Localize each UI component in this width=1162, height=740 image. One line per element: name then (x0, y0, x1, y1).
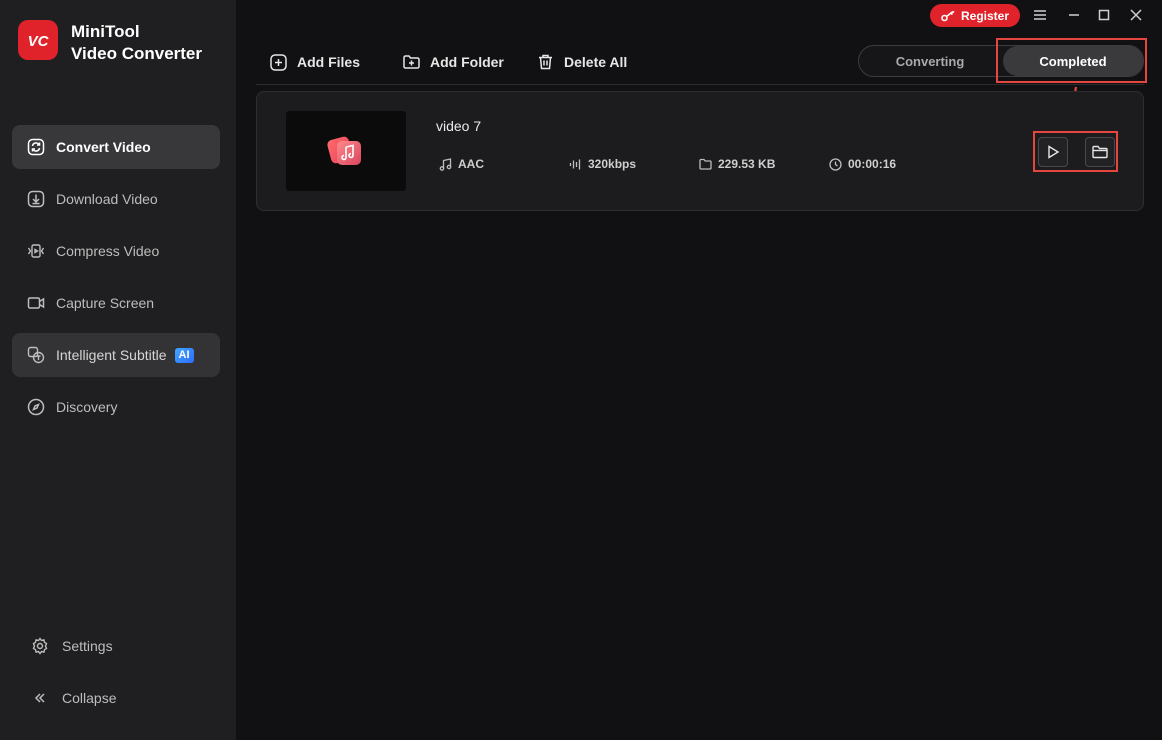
collapse-label: Collapse (62, 690, 117, 706)
sidebar: VC MiniTool Video Converter Convert Vide… (0, 0, 236, 740)
svg-text:VC: VC (28, 33, 50, 50)
delete-all-label: Delete All (564, 54, 628, 70)
convert-icon (26, 137, 46, 157)
menu-button[interactable] (1028, 4, 1052, 26)
sidebar-item-label: Intelligent Subtitle (56, 347, 167, 363)
camera-icon (26, 293, 46, 313)
sidebar-item-label: Convert Video (56, 139, 151, 155)
maximize-button[interactable] (1092, 4, 1116, 26)
plus-circle-icon (269, 53, 287, 71)
key-icon (941, 10, 955, 21)
close-icon (1130, 9, 1142, 21)
delete-all-button[interactable]: Delete All (536, 52, 627, 72)
collapse-button[interactable]: Collapse (30, 688, 210, 708)
music-file-icon (327, 136, 361, 165)
gear-icon (30, 636, 50, 656)
hamburger-icon (1034, 10, 1046, 20)
file-duration: 00:00:16 (828, 157, 896, 171)
minimize-icon (1069, 14, 1079, 16)
file-thumbnail (286, 111, 406, 191)
clock-icon (828, 157, 842, 171)
file-bitrate: 320kbps (568, 157, 636, 171)
minimize-button[interactable] (1062, 4, 1086, 26)
waveform-icon (568, 157, 582, 171)
ai-badge: AI (174, 347, 194, 363)
register-label: Register (960, 8, 1010, 23)
sidebar-item-label: Compress Video (56, 243, 160, 259)
register-button[interactable]: Register (930, 4, 1020, 27)
file-list-item[interactable]: video 7 AAC 320kbps 229.53 KB 00:00:16 (256, 91, 1144, 211)
file-duration-value: 00:00:16 (848, 157, 897, 171)
tab-converting[interactable]: Converting (859, 46, 1001, 76)
close-button[interactable] (1124, 4, 1148, 26)
trash-icon (536, 53, 554, 71)
app-logo: VC (18, 20, 58, 60)
sidebar-item-intelligent-subtitle[interactable]: Intelligent Subtitle AI (12, 333, 220, 377)
sidebar-nav: Convert Video Download Video Compress Vi… (12, 125, 220, 437)
app-name: MiniTool Video Converter (71, 21, 202, 65)
file-size: 229.53 KB (698, 157, 775, 171)
logo-mark-icon: VC (28, 33, 50, 50)
app-name-line2: Video Converter (71, 44, 203, 63)
sidebar-item-convert-video[interactable]: Convert Video (12, 125, 220, 169)
add-files-label: Add Files (297, 54, 361, 70)
compress-icon (26, 241, 46, 261)
maximize-icon (1098, 9, 1110, 21)
download-icon (26, 189, 46, 209)
double-chevron-left-icon (30, 688, 50, 708)
highlight-box-actions (1033, 131, 1118, 172)
sidebar-item-label: Download Video (56, 191, 158, 207)
folder-plus-icon (402, 53, 420, 71)
file-name: video 7 (436, 118, 482, 134)
compass-icon (26, 397, 46, 417)
add-folder-button[interactable]: Add Folder (402, 52, 504, 72)
sidebar-item-label: Discovery (56, 399, 118, 415)
sidebar-item-capture-screen[interactable]: Capture Screen (12, 281, 220, 325)
sidebar-item-download-video[interactable]: Download Video (12, 177, 220, 221)
file-format: AAC (438, 157, 484, 171)
subtitle-icon (26, 345, 46, 365)
toolbar-divider (256, 84, 1144, 85)
sidebar-item-compress-video[interactable]: Compress Video (12, 229, 220, 273)
file-bitrate-value: 320kbps (588, 157, 637, 171)
highlight-box-completed-tab (996, 38, 1147, 83)
file-size-value: 229.53 KB (718, 157, 776, 171)
add-folder-label: Add Folder (430, 54, 504, 70)
folder-icon (698, 157, 712, 171)
settings-button[interactable]: Settings (30, 636, 210, 656)
app-name-line1: MiniTool (71, 22, 140, 41)
sidebar-item-discovery[interactable]: Discovery (12, 385, 220, 429)
sidebar-item-label: Capture Screen (56, 295, 155, 311)
music-note-icon (438, 157, 452, 171)
file-format-value: AAC (458, 157, 484, 171)
add-files-button[interactable]: Add Files (269, 52, 360, 72)
settings-label: Settings (62, 638, 113, 654)
